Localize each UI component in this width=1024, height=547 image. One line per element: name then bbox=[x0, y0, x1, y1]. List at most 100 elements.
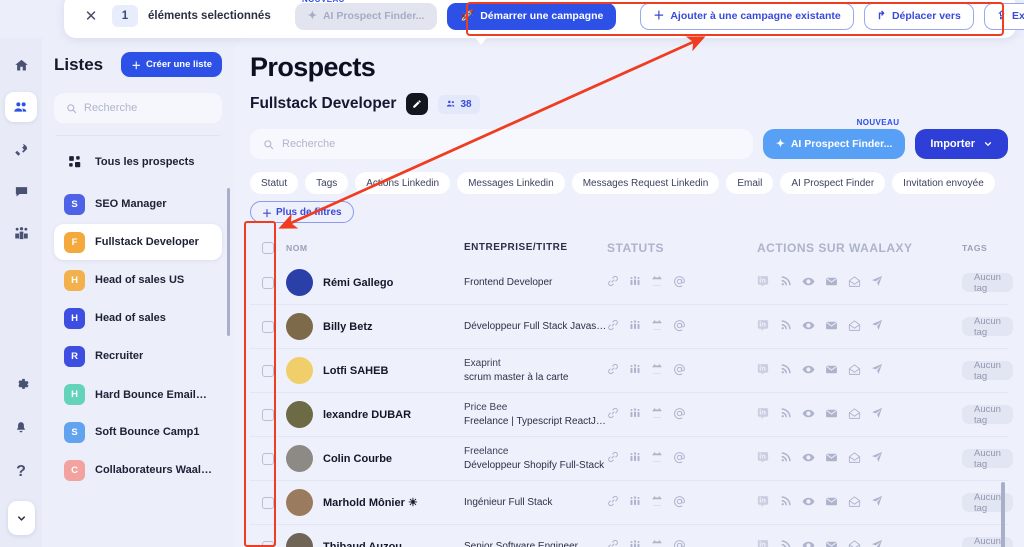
eye-icon[interactable] bbox=[802, 363, 815, 379]
at-sign-icon[interactable] bbox=[673, 275, 686, 291]
paper-plane-icon[interactable] bbox=[871, 319, 883, 334]
row-checkbox[interactable] bbox=[262, 496, 274, 509]
mail-closed-icon[interactable] bbox=[825, 363, 838, 379]
mail-open-icon[interactable] bbox=[848, 363, 861, 379]
rail-item-inbox[interactable] bbox=[5, 176, 37, 206]
filter-chip-ai-prospect-finder[interactable]: AI Prospect Finder bbox=[780, 172, 886, 194]
mail-closed-icon[interactable] bbox=[825, 319, 838, 335]
eye-icon[interactable] bbox=[802, 451, 815, 467]
no-tag-pill[interactable]: Aucun tag bbox=[962, 360, 1013, 382]
no-tag-pill[interactable]: Aucun tag bbox=[962, 448, 1013, 470]
row-checkbox[interactable] bbox=[262, 452, 274, 465]
filter-chip-tags[interactable]: Tags bbox=[305, 172, 349, 194]
rail-item-settings[interactable] bbox=[5, 369, 37, 399]
at-sign-icon[interactable] bbox=[673, 407, 686, 423]
filter-chip-messages-request-linkedin[interactable]: Messages Request Linkedin bbox=[571, 172, 720, 194]
rss-signal-icon[interactable] bbox=[780, 319, 792, 334]
rss-signal-icon[interactable] bbox=[780, 275, 792, 290]
filter-chip-statut[interactable]: Statut bbox=[250, 172, 299, 194]
sidebar-item-fullstack-developer[interactable]: F Fullstack Developer bbox=[54, 224, 222, 260]
prospect-search-input[interactable]: Recherche bbox=[250, 129, 754, 159]
no-tag-pill[interactable]: Aucun tag bbox=[962, 272, 1013, 294]
start-campaign-button[interactable]: 🚀 Démarrer une campagne bbox=[447, 2, 617, 30]
linkedin-badge-icon[interactable] bbox=[757, 363, 770, 379]
mail-open-icon[interactable] bbox=[848, 275, 861, 291]
table-row[interactable]: Rémi Gallego Frontend Developer Aucun tag bbox=[250, 261, 1013, 305]
link-icon[interactable] bbox=[607, 319, 619, 334]
add-to-existing-campaign-button[interactable]: ＋ Ajouter à une campagne existante bbox=[640, 2, 854, 30]
sidebar-item-soft-bounce-camp1[interactable]: S Soft Bounce Camp1 bbox=[54, 414, 222, 450]
rss-signal-icon[interactable] bbox=[780, 407, 792, 422]
calendar-icon[interactable] bbox=[651, 407, 663, 422]
calendar-icon[interactable] bbox=[651, 319, 663, 334]
row-checkbox[interactable] bbox=[262, 408, 274, 421]
people-icon[interactable] bbox=[629, 363, 641, 378]
filter-chip-email[interactable]: Email bbox=[726, 172, 774, 194]
close-icon[interactable]: ✕ bbox=[80, 5, 102, 27]
no-tag-pill[interactable]: Aucun tag bbox=[962, 404, 1013, 426]
sidebar-item-all-prospects[interactable]: Tous les prospects bbox=[54, 144, 222, 180]
rss-signal-icon[interactable] bbox=[780, 539, 792, 547]
mail-open-icon[interactable] bbox=[848, 319, 861, 335]
eye-icon[interactable] bbox=[802, 495, 815, 511]
no-tag-pill[interactable]: Aucun tag bbox=[962, 492, 1013, 514]
more-filters-button[interactable]: ＋ Plus de filtres bbox=[250, 201, 354, 223]
at-sign-icon[interactable] bbox=[673, 319, 686, 335]
table-row[interactable]: Lotfi SAHEB Exaprint scrum master à la car… bbox=[250, 349, 1013, 393]
filter-chip-messages-linkedin[interactable]: Messages Linkedin bbox=[457, 172, 565, 194]
create-list-button[interactable]: ＋ Créer une liste bbox=[121, 52, 222, 77]
mail-open-icon[interactable] bbox=[848, 495, 861, 511]
row-checkbox[interactable] bbox=[262, 364, 274, 377]
table-row[interactable]: Billy Betz Développeur Full Stack Javas… A… bbox=[250, 305, 1013, 349]
eye-icon[interactable] bbox=[802, 407, 815, 423]
mail-closed-icon[interactable] bbox=[825, 407, 838, 423]
at-sign-icon[interactable] bbox=[673, 495, 686, 511]
rail-item-campaigns[interactable] bbox=[5, 134, 37, 164]
eye-icon[interactable] bbox=[802, 319, 815, 335]
linkedin-badge-icon[interactable] bbox=[757, 275, 770, 291]
ai-prospect-finder-button[interactable]: ✦ AI Prospect Finder... bbox=[294, 2, 438, 30]
paper-plane-icon[interactable] bbox=[871, 539, 883, 547]
linkedin-badge-icon[interactable] bbox=[757, 407, 770, 423]
link-icon[interactable] bbox=[607, 407, 619, 422]
paper-plane-icon[interactable] bbox=[871, 495, 883, 510]
link-icon[interactable] bbox=[607, 275, 619, 290]
rail-item-team[interactable] bbox=[5, 218, 37, 248]
rail-item-help[interactable]: ? bbox=[5, 457, 37, 487]
sidebar-item-head-of-sales-us[interactable]: H Head of sales US bbox=[54, 262, 222, 298]
table-row[interactable]: Marhold Mônier ☀ Ingénieur Full Stack Aucu… bbox=[250, 481, 1013, 525]
sidebar-scrollbar[interactable] bbox=[227, 188, 230, 336]
mail-open-icon[interactable] bbox=[848, 407, 861, 423]
paper-plane-icon[interactable] bbox=[871, 407, 883, 422]
edit-list-button[interactable] bbox=[406, 93, 429, 115]
link-icon[interactable] bbox=[607, 363, 619, 378]
eye-icon[interactable] bbox=[802, 539, 815, 547]
no-tag-pill[interactable]: Aucun tag bbox=[962, 536, 1013, 547]
people-icon[interactable] bbox=[629, 495, 641, 510]
linkedin-badge-icon[interactable] bbox=[757, 495, 770, 511]
mail-open-icon[interactable] bbox=[848, 539, 861, 547]
rss-signal-icon[interactable] bbox=[780, 451, 792, 466]
eye-icon[interactable] bbox=[802, 275, 815, 291]
mail-closed-icon[interactable] bbox=[825, 539, 838, 547]
select-all-checkbox[interactable] bbox=[262, 241, 274, 254]
rail-item-home[interactable] bbox=[5, 50, 37, 80]
people-icon[interactable] bbox=[629, 319, 641, 334]
at-sign-icon[interactable] bbox=[673, 363, 686, 379]
row-checkbox[interactable] bbox=[262, 320, 274, 333]
no-tag-pill[interactable]: Aucun tag bbox=[962, 316, 1013, 338]
link-icon[interactable] bbox=[607, 451, 619, 466]
people-icon[interactable] bbox=[629, 451, 641, 466]
mail-closed-icon[interactable] bbox=[825, 495, 838, 511]
sidebar-item-recruiter[interactable]: R Recruiter bbox=[54, 338, 222, 374]
linkedin-badge-icon[interactable] bbox=[757, 319, 770, 335]
mail-closed-icon[interactable] bbox=[825, 275, 838, 291]
calendar-icon[interactable] bbox=[651, 363, 663, 378]
rss-signal-icon[interactable] bbox=[780, 495, 792, 510]
sidebar-item-seo-manager[interactable]: S SEO Manager bbox=[54, 186, 222, 222]
calendar-icon[interactable] bbox=[651, 275, 663, 290]
table-row[interactable]: Colin Courbe Freelance Développeur Shopify… bbox=[250, 437, 1013, 481]
calendar-icon[interactable] bbox=[651, 495, 663, 510]
sidebar-item-hard-bounce-emails[interactable]: H Hard Bounce Emails ❌ bbox=[54, 376, 222, 412]
row-checkbox[interactable] bbox=[262, 276, 274, 289]
